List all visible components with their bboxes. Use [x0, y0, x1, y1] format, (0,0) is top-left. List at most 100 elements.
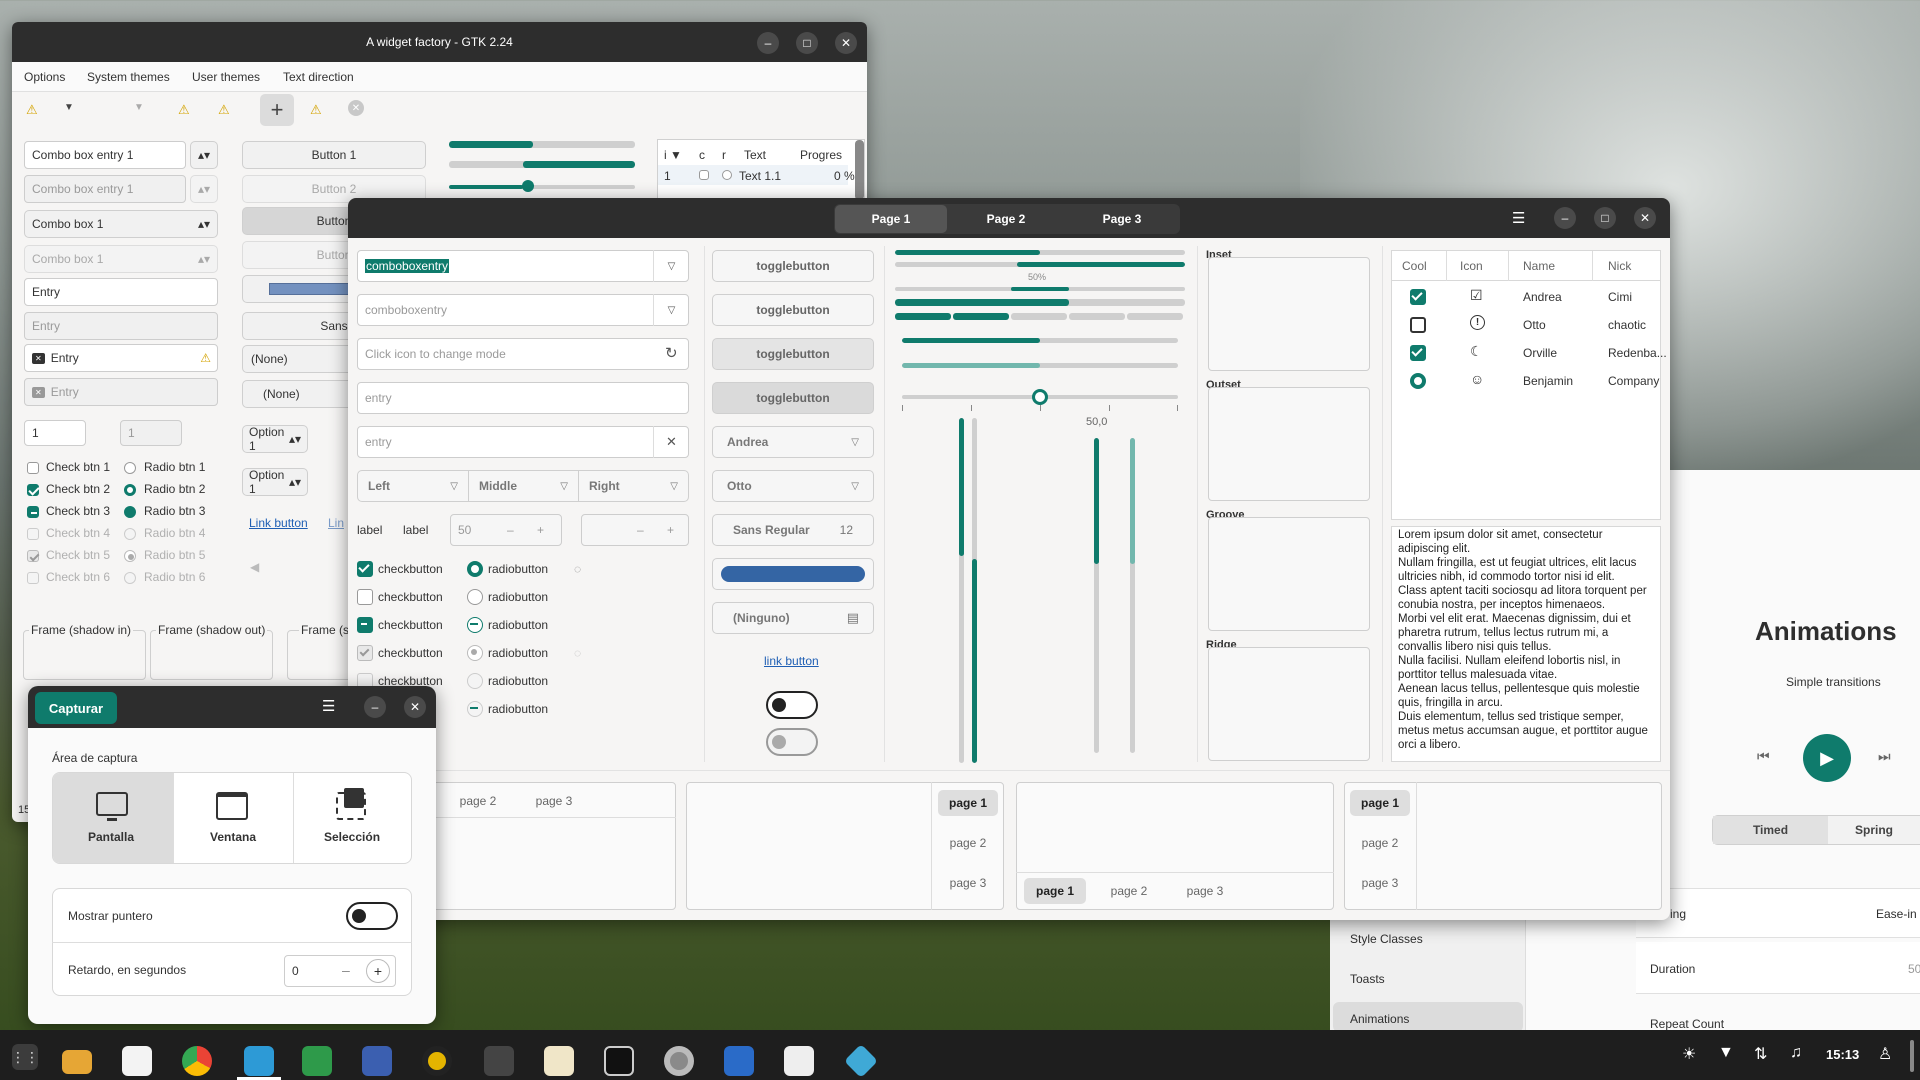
list-header-name[interactable]: Name [1523, 259, 1555, 273]
notebook-2-tab-2[interactable]: page 2 [938, 830, 998, 856]
switch-on[interactable] [766, 691, 818, 719]
tab-page-3[interactable]: Page 3 [1066, 205, 1178, 233]
togglebutton-4[interactable]: togglebutton [712, 382, 874, 414]
tree-header-c[interactable]: c [699, 148, 705, 162]
maximize-button[interactable]: □ [1594, 207, 1616, 229]
notebook-2-tab-1[interactable]: page 1 [938, 790, 998, 816]
entry-clearable[interactable]: entry [357, 426, 689, 458]
list-header-cool[interactable]: Cool [1402, 259, 1427, 273]
user-icon[interactable]: ♙ [1878, 1044, 1892, 1064]
sidebar-item-toasts[interactable]: Toasts [1350, 972, 1385, 986]
clear-icon[interactable]: ✕ [653, 426, 689, 458]
linked-right[interactable]: Right ▽ [578, 470, 689, 502]
color-button[interactable] [712, 558, 874, 590]
entry-field[interactable]: entry [357, 382, 689, 414]
radio-btn-1[interactable] [124, 462, 136, 474]
radiobutton-1[interactable] [467, 561, 483, 577]
check-btn-3[interactable] [27, 506, 39, 518]
radio-btn-3[interactable] [124, 506, 136, 518]
font-button[interactable]: Sans Regular 12 [712, 514, 874, 546]
minimize-button[interactable]: – [757, 32, 779, 54]
gtk2-scale[interactable] [449, 185, 635, 189]
tab-page-2[interactable]: Page 2 [950, 205, 1062, 233]
check-btn-1[interactable] [27, 462, 39, 474]
menu-user-themes[interactable]: User themes [192, 70, 260, 84]
warning-icon[interactable]: ⚠ [200, 351, 211, 365]
volume-icon[interactable]: ◀ [250, 560, 259, 574]
add-button[interactable]: + [260, 94, 294, 126]
row-easing-value[interactable]: Ease-in [1876, 907, 1917, 921]
file-chooser-button[interactable]: (Ninguno) ▤ [712, 602, 874, 634]
warning-icon[interactable]: ⚠ [26, 102, 38, 118]
notebook-4-tab-3[interactable]: page 3 [1350, 870, 1410, 896]
radiobutton-2[interactable] [467, 589, 483, 605]
close-button[interactable]: ✕ [835, 32, 857, 54]
show-pointer-switch[interactable] [346, 902, 398, 930]
radio-btn-2[interactable] [124, 484, 136, 496]
list-cool-radio[interactable] [1410, 373, 1426, 389]
notebook-1-tab-2[interactable]: page 2 [448, 788, 508, 814]
combo-entry-empty[interactable]: comboboxentry [357, 294, 689, 326]
files-icon[interactable] [62, 1050, 92, 1074]
hamburger-menu-icon[interactable]: ☰ [322, 697, 335, 715]
togglebutton-2[interactable]: togglebutton [712, 294, 874, 326]
checkbutton-1[interactable] [357, 561, 373, 577]
notebook-4-tab-1[interactable]: page 1 [1350, 790, 1410, 816]
button-1[interactable]: Button 1 [242, 141, 426, 169]
link-button-1[interactable]: Link button [249, 516, 308, 530]
notes-icon[interactable] [544, 1046, 574, 1076]
vscale-3[interactable] [1094, 438, 1099, 753]
music-note-icon[interactable]: ♫ [1790, 1044, 1802, 1062]
clock[interactable]: 15:13 [1826, 1047, 1859, 1062]
menu-system-themes[interactable]: System themes [87, 70, 170, 84]
check-btn-2[interactable] [27, 484, 39, 496]
close-button[interactable]: ✕ [404, 696, 426, 718]
list-header-nick[interactable]: Nick [1608, 259, 1631, 273]
option-combo-2[interactable]: Option 1 ▴▾ [242, 468, 308, 496]
tab-spring[interactable]: Spring [1855, 823, 1893, 837]
chevron-down-icon[interactable]: ▽ [653, 294, 689, 326]
decrement-button[interactable]: – [342, 962, 350, 978]
dropdown-arrow-icon[interactable]: ▼ [64, 102, 74, 113]
mode-window-label[interactable]: Ventana [210, 830, 256, 844]
chevron-down-icon[interactable]: ▽ [653, 250, 689, 282]
linked-middle[interactable]: Middle ▽ [468, 470, 579, 502]
network-icon[interactable]: ⇅ [1754, 1044, 1767, 1064]
notebook-2-tab-3[interactable]: page 3 [938, 870, 998, 896]
warning-icon[interactable]: ⚠ [178, 102, 190, 118]
radiobutton-3[interactable] [467, 617, 483, 633]
checkbutton-2[interactable] [357, 589, 373, 605]
menu-text-direction[interactable]: Text direction [283, 70, 354, 84]
spin-button[interactable]: 1 [24, 420, 86, 446]
notebook-4-tab-2[interactable]: page 2 [1350, 830, 1410, 856]
increment-button[interactable]: + [366, 959, 390, 983]
tab-page-1[interactable]: Page 1 [835, 205, 947, 233]
entry-field[interactable]: Entry [24, 278, 218, 306]
refresh-icon[interactable]: ↻ [665, 344, 678, 362]
widget-factory-icon[interactable] [784, 1046, 814, 1076]
combo-entry-1-toggle[interactable]: ▴▾ [190, 141, 218, 169]
close-button[interactable]: ✕ [1634, 207, 1656, 229]
mode-selection-label[interactable]: Selección [324, 830, 380, 844]
spreadsheet-icon[interactable] [302, 1046, 332, 1076]
gtk2-titlebar[interactable]: A widget factory - GTK 2.24 [12, 22, 867, 62]
minimize-button[interactable]: – [364, 696, 386, 718]
store-icon[interactable] [122, 1046, 152, 1076]
video-editor-icon[interactable] [484, 1046, 514, 1076]
mode-entry[interactable]: Click icon to change mode [357, 338, 689, 370]
notebook-3-tab-3[interactable]: page 3 [1174, 878, 1236, 904]
tree-header-i[interactable]: i ▼ [664, 148, 682, 162]
scale-handle[interactable] [1032, 389, 1048, 405]
gtk2-scale-handle[interactable] [522, 180, 534, 192]
tree-header-r[interactable]: r [722, 148, 726, 162]
next-button[interactable]: ⏭ [1878, 748, 1891, 765]
combo-box-1[interactable]: Combo box 1 ▴▾ [24, 210, 218, 238]
tree-check[interactable] [699, 170, 709, 180]
minimize-button[interactable]: – [1554, 207, 1576, 229]
linked-left[interactable]: Left ▽ [357, 470, 469, 502]
hamburger-menu-icon[interactable]: ☰ [1512, 209, 1525, 227]
combo-entry[interactable]: comboboxentry [357, 250, 689, 282]
togglebutton-3[interactable]: togglebutton [712, 338, 874, 370]
tree-radio[interactable] [722, 170, 732, 180]
chrome-icon[interactable] [182, 1046, 212, 1076]
